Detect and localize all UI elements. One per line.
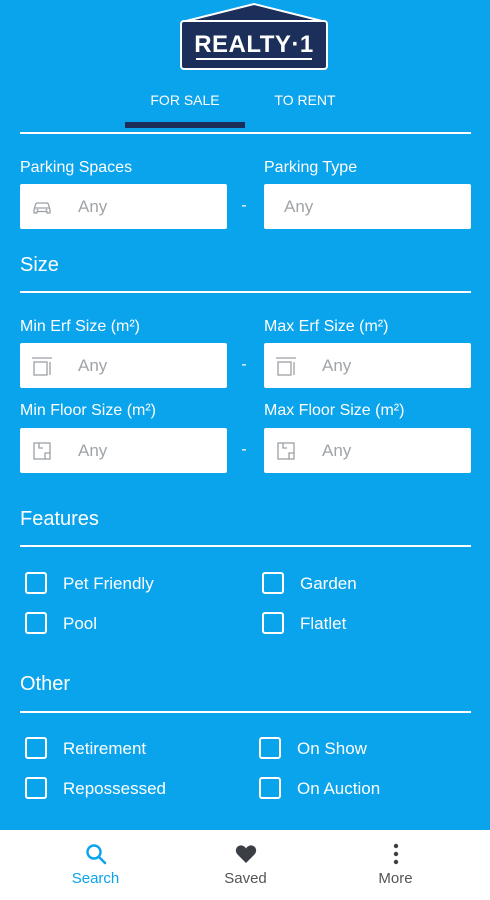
erf-size-icon <box>276 357 296 376</box>
pool-label[interactable]: Pool <box>63 614 97 634</box>
parking-type-value: Any <box>284 197 314 216</box>
nav-saved[interactable]: Saved <box>164 830 327 900</box>
nav-search[interactable]: Search <box>14 830 177 900</box>
nav-more[interactable]: More <box>314 830 477 900</box>
flatlet-label[interactable]: Flatlet <box>300 614 346 634</box>
nav-saved-label: Saved <box>224 870 267 887</box>
floor-size-separator: - <box>241 441 247 458</box>
logo-text: REALTY·1 <box>194 31 314 58</box>
parking-spaces-value: Any <box>78 197 108 216</box>
min-erf-size-label: Min Erf Size (m²) <box>20 318 140 335</box>
tab-for-sale[interactable]: FOR SALE <box>125 92 245 116</box>
size-section-title: Size <box>20 254 59 276</box>
logo-box: REALTY·1 <box>180 20 328 70</box>
size-divider <box>20 291 471 293</box>
car-icon <box>33 202 51 214</box>
max-floor-size-value: Any <box>322 441 352 460</box>
parking-type-label: Parking Type <box>264 159 358 176</box>
min-erf-size-field[interactable]: Any <box>20 343 227 388</box>
tab-to-rent[interactable]: TO RENT <box>245 92 365 116</box>
max-erf-size-value: Any <box>322 356 352 375</box>
search-filters-screen: REALTY·1 FOR SALE TO RENT Parking Spaces… <box>0 0 490 830</box>
active-tab-indicator <box>125 122 245 128</box>
min-floor-size-label: Min Floor Size (m²) <box>20 402 157 419</box>
features-section-title: Features <box>20 508 99 530</box>
on-auction-checkbox[interactable] <box>259 777 281 799</box>
tabs-divider <box>20 132 471 134</box>
pet-friendly-label[interactable]: Pet Friendly <box>63 574 154 594</box>
retirement-checkbox[interactable] <box>25 737 47 759</box>
search-icon <box>85 844 106 865</box>
on-show-label[interactable]: On Show <box>297 739 367 759</box>
features-divider <box>20 545 471 547</box>
logo-underline <box>196 58 312 60</box>
max-floor-size-label: Max Floor Size (m²) <box>264 402 405 419</box>
bottom-navigation: Search Saved More <box>0 830 490 900</box>
garden-label[interactable]: Garden <box>300 574 357 594</box>
repossessed-label[interactable]: Repossessed <box>63 779 166 799</box>
parking-spaces-field[interactable]: Any <box>20 184 227 229</box>
other-section-title: Other <box>20 673 71 695</box>
max-erf-size-label: Max Erf Size (m²) <box>264 318 389 335</box>
on-auction-label[interactable]: On Auction <box>297 779 380 799</box>
floor-plan-icon <box>277 442 295 460</box>
heart-icon <box>235 845 256 863</box>
flatlet-checkbox[interactable] <box>262 612 284 634</box>
min-floor-size-field[interactable]: Any <box>20 428 227 473</box>
garden-checkbox[interactable] <box>262 572 284 594</box>
nav-search-label: Search <box>71 870 120 887</box>
erf-size-separator: - <box>241 356 247 373</box>
min-erf-size-value: Any <box>78 356 108 375</box>
pet-friendly-checkbox[interactable] <box>25 572 47 594</box>
parking-spaces-label: Parking Spaces <box>20 159 133 176</box>
floor-plan-icon <box>33 442 51 460</box>
min-floor-size-value: Any <box>78 441 108 460</box>
other-divider <box>20 711 471 713</box>
realty1-logo: REALTY·1 <box>178 2 330 70</box>
retirement-label[interactable]: Retirement <box>63 739 146 759</box>
parking-type-field[interactable]: Any <box>264 184 471 229</box>
repossessed-checkbox[interactable] <box>25 777 47 799</box>
erf-size-icon <box>32 357 52 376</box>
max-erf-size-field[interactable]: Any <box>264 343 471 388</box>
max-floor-size-field[interactable]: Any <box>264 428 471 473</box>
more-vertical-icon <box>393 843 398 865</box>
pool-checkbox[interactable] <box>25 612 47 634</box>
on-show-checkbox[interactable] <box>259 737 281 759</box>
parking-separator: - <box>241 197 247 214</box>
nav-more-label: More <box>378 870 413 887</box>
